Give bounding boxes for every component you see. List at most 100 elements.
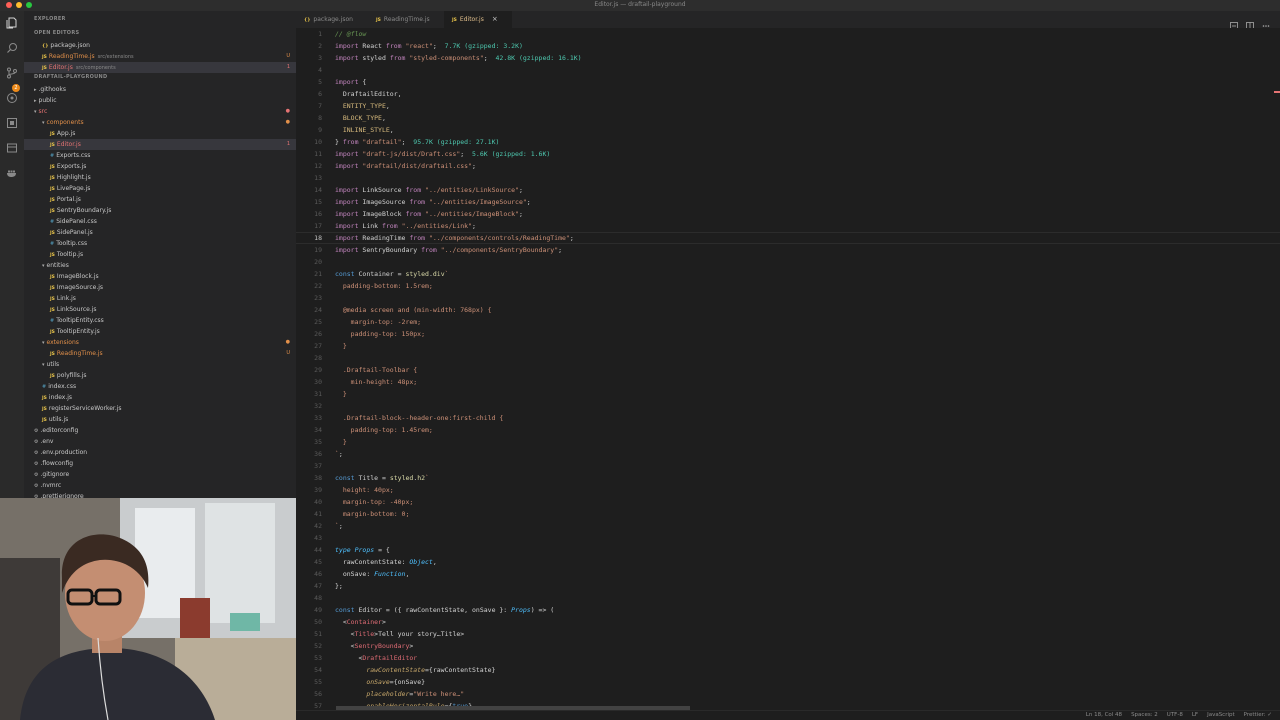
- line-number: 49: [314, 606, 322, 614]
- tree-folder[interactable]: ▾ components ●: [24, 117, 296, 128]
- tree-file[interactable]: ⚙ .editorconfig: [24, 425, 296, 436]
- js-file-icon: JS: [42, 396, 47, 401]
- line-number: 45: [314, 558, 322, 566]
- file-name: .githooks: [38, 86, 66, 93]
- line-number: 14: [314, 186, 322, 194]
- tree-file[interactable]: ⚙ .prettierignore: [24, 491, 296, 498]
- tree-folder[interactable]: ▾ entities: [24, 260, 296, 271]
- tab-reading-time[interactable]: JS ReadingTime.js: [368, 11, 444, 28]
- js-file-icon: JS: [50, 176, 55, 181]
- line-number: 44: [314, 546, 322, 554]
- tree-file[interactable]: JS registerServiceWorker.js: [24, 403, 296, 414]
- line-number: 27: [314, 342, 322, 350]
- file-name: registerServiceWorker.js: [48, 405, 122, 412]
- encoding[interactable]: UTF-8: [1167, 712, 1183, 718]
- open-editor-item[interactable]: {} package.json: [24, 40, 296, 51]
- tree-folder[interactable]: ▸ .githooks: [24, 84, 296, 95]
- tree-file[interactable]: JS polyfills.js: [24, 370, 296, 381]
- tree-file[interactable]: JS Editor.js 1: [24, 139, 296, 150]
- source-control-icon[interactable]: [6, 67, 18, 79]
- tree-file[interactable]: # Exports.css: [24, 150, 296, 161]
- language-mode[interactable]: JavaScript: [1207, 712, 1235, 718]
- split-editor-icon[interactable]: [1246, 15, 1254, 30]
- line-number: 39: [314, 486, 322, 494]
- open-editor-item[interactable]: JS ReadingTime.js src/extensions U: [24, 51, 296, 62]
- file-name: utils: [46, 361, 60, 368]
- tree-folder[interactable]: ▾ extensions ●: [24, 337, 296, 348]
- line-number: 4: [318, 66, 322, 74]
- js-file-icon: JS: [50, 330, 55, 335]
- tree-file[interactable]: # index.css: [24, 381, 296, 392]
- file-name: index.js: [48, 394, 73, 401]
- line-number: 40: [314, 498, 322, 506]
- tree-file[interactable]: JS LivePage.js: [24, 183, 296, 194]
- tree-file[interactable]: JS Link.js: [24, 293, 296, 304]
- tab-editor-js[interactable]: JS Editor.js ×: [444, 11, 512, 28]
- js-file-icon: JS: [50, 143, 55, 148]
- tree-file[interactable]: JS Tooltip.js: [24, 249, 296, 260]
- tree-file[interactable]: # Tooltip.css: [24, 238, 296, 249]
- tree-file[interactable]: ⚙ .env.production: [24, 447, 296, 458]
- file-name: utils.js: [48, 416, 69, 423]
- open-editors-header[interactable]: OPEN EDITORS: [34, 30, 79, 36]
- tree-file[interactable]: JS ImageBlock.js: [24, 271, 296, 282]
- tree-file[interactable]: ⚙ .flowconfig: [24, 458, 296, 469]
- tree-file[interactable]: JS ReadingTime.js U: [24, 348, 296, 359]
- tree-file[interactable]: JS ImageSource.js: [24, 282, 296, 293]
- code-editor[interactable]: 1 2 3 4 5 6 7 8 9 10 11 12 13 14 15 16 17 18 19 20 21 22 23 24 2…: [296, 28, 1280, 710]
- tree-file[interactable]: # SidePanel.css: [24, 216, 296, 227]
- debug-icon[interactable]: [6, 92, 18, 104]
- file-name: Exports.css: [56, 152, 91, 159]
- tree-file[interactable]: JS Highlight.js: [24, 172, 296, 183]
- line-number: 8: [318, 114, 322, 122]
- explorer-icon[interactable]: [6, 17, 18, 29]
- tree-file[interactable]: JS Portal.js: [24, 194, 296, 205]
- tree-file[interactable]: # TooltipEntity.css: [24, 315, 296, 326]
- js-file-icon: JS: [50, 297, 55, 302]
- tree-file[interactable]: ⚙ .env: [24, 436, 296, 447]
- js-file-icon: JS: [50, 374, 55, 379]
- tree-file[interactable]: ⚙ .gitignore: [24, 469, 296, 480]
- overview-ruler-error-marker: [1274, 91, 1280, 93]
- open-editor-item[interactable]: JS Editor.js src/components 1: [24, 62, 296, 73]
- js-icon: JS: [376, 18, 381, 23]
- end-of-line[interactable]: LF: [1192, 712, 1198, 718]
- tree-folder[interactable]: ▸ public: [24, 95, 296, 106]
- close-icon[interactable]: ×: [492, 15, 498, 23]
- file-name: package.json: [50, 42, 90, 49]
- file-name: Editor.js: [56, 141, 81, 148]
- tree-file[interactable]: JS App.js: [24, 128, 296, 139]
- tree-folder[interactable]: ▾ utils: [24, 359, 296, 370]
- file-name: LinkSource.js: [56, 306, 97, 313]
- tree-file[interactable]: JS SidePanel.js: [24, 227, 296, 238]
- cursor-position[interactable]: Ln 18, Col 48: [1086, 712, 1122, 718]
- prettier-status[interactable]: Prettier: ✓: [1244, 712, 1272, 718]
- line-number: 54: [314, 666, 322, 674]
- tree-file[interactable]: JS LinkSource.js: [24, 304, 296, 315]
- project-header[interactable]: DRAFTAIL-PLAYGROUND: [34, 74, 107, 80]
- tree-file[interactable]: JS SentryBoundary.js: [24, 205, 296, 216]
- tree-file[interactable]: ⚙ .nvmrc: [24, 480, 296, 491]
- tree-folder[interactable]: ▾ src ●: [24, 106, 296, 117]
- file-name: LivePage.js: [56, 185, 91, 192]
- tree-file[interactable]: JS Exports.js: [24, 161, 296, 172]
- extensions-icon[interactable]: [6, 117, 18, 129]
- tree-file[interactable]: JS utils.js: [24, 414, 296, 425]
- file-name: .editorconfig: [40, 427, 79, 434]
- line-number: 42: [314, 522, 322, 530]
- file-name: SidePanel.js: [56, 229, 93, 236]
- tree-file[interactable]: JS index.js: [24, 392, 296, 403]
- indentation[interactable]: Spaces: 2: [1131, 712, 1158, 718]
- file-status-badge: U: [286, 350, 290, 356]
- docker-icon[interactable]: [6, 167, 18, 179]
- line-number: 20: [314, 258, 322, 266]
- search-icon[interactable]: [6, 42, 18, 54]
- chevron-right-icon: ▸: [34, 87, 37, 93]
- code-content[interactable]: // @flow import React from "react"; 7.7K…: [335, 28, 582, 710]
- tree-file[interactable]: JS TooltipEntity.js: [24, 326, 296, 337]
- open-changes-icon[interactable]: [1230, 15, 1238, 30]
- more-actions-icon[interactable]: [1262, 15, 1270, 27]
- tab-package-json[interactable]: {} package.json: [296, 11, 368, 28]
- css-file-icon: #: [50, 318, 55, 324]
- remote-icon[interactable]: [6, 142, 18, 154]
